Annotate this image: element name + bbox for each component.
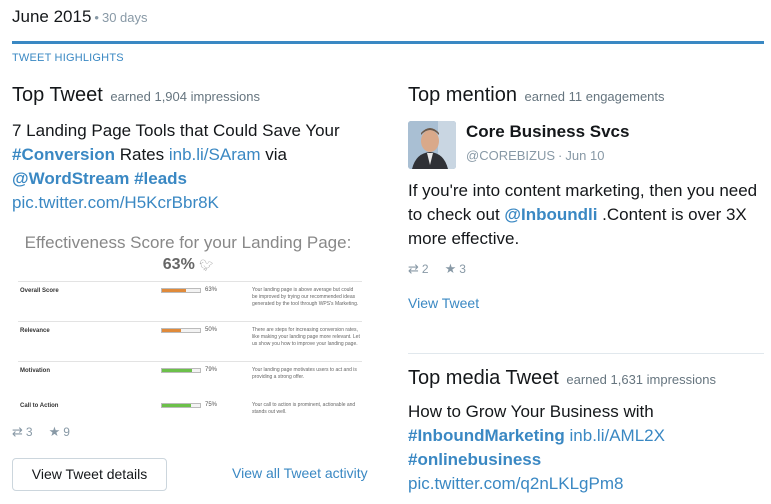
top-tweet-meta: earned 1,904 impressions [110,89,260,104]
embed-row-label: Overall Score [20,288,59,294]
mention-author-handle: @COREBIZUS · Jun 10 [466,148,604,163]
embed-row-pct: 75% [205,402,218,408]
hashtag-link[interactable]: #leads [134,169,187,188]
embed-row-bar [161,368,201,373]
embed-title: Effectiveness Score for your Landing Pag… [24,233,352,252]
tweet-media-image[interactable]: Effectiveness Score for your Landing Pag… [12,233,364,418]
embed-row-fill [162,329,181,332]
retweet-value: 2 [421,262,429,276]
top-media-meta: earned 1,631 impressions [566,372,716,387]
month-label: June 2015 [12,7,92,26]
favorite-count[interactable]: ★ 9 [49,424,70,440]
tweet-text-part: 7 Landing Page Tools that Could Save You… [12,121,340,140]
top-mention-title: Top mention [408,84,517,106]
embed-row-pct: 50% [205,327,218,333]
tweet-text-part: via [260,145,287,164]
embed-row-desc: There are steps for increasing conversio… [252,327,360,347]
separator-dot: • [94,10,99,25]
embed-row-pct: 79% [205,367,218,373]
top-mention-text: If you're into content marketing, then y… [408,179,764,251]
top-mention-heading: Top mention earned 11 engagements [408,84,764,107]
view-all-activity-link[interactable]: View all Tweet activity [232,465,368,481]
top-media-text: How to Grow Your Business with #InboundM… [408,400,764,496]
top-media-heading: Top media Tweet earned 1,631 impressions [408,367,764,390]
favorite-count[interactable]: ★ 3 [445,261,466,277]
card-divider [408,353,764,354]
top-tweet-card: Top Tweet earned 1,904 impressions 7 Lan… [12,84,372,491]
embed-score-value: 63% [162,256,195,273]
embed-row: Overall Score 63% Your landing page is a… [18,281,362,321]
retweet-value: 3 [25,425,33,439]
top-tweet-heading: Top Tweet earned 1,904 impressions [12,84,372,107]
top-mention-meta: earned 11 engagements [524,89,665,104]
star-icon: ★ [444,261,457,276]
top-mention-card: Top mention earned 11 engagements Core B… [408,84,764,493]
embed-row-desc: Your call to action is prominent, action… [252,402,356,415]
embed-row-label: Call to Action [20,403,59,409]
retweet-count[interactable]: ⇄ 2 [408,261,429,277]
favorite-value: 9 [63,425,70,439]
avatar-image [408,121,456,169]
top-media-title: Top media Tweet [408,367,559,389]
embed-row-bar [161,403,201,408]
tweet-text-part: How to Grow Your Business with [408,402,654,421]
embed-row-fill [162,289,186,292]
mention-link[interactable]: @WordStream [12,169,129,188]
embed-row-label: Relevance [20,328,50,334]
pic-link[interactable]: pic.twitter.com/q2nLKLgPm8 [408,474,623,493]
mention-date: Jun 10 [565,148,605,163]
star-icon: ★ [48,424,61,439]
embed-row-label: Motivation [20,368,50,374]
hashtag-link[interactable]: #Conversion [12,145,115,164]
url-link[interactable]: inb.li/AML2X [570,426,665,445]
mention-author: Core Business Svcs @COREBIZUS · Jun 10 [408,121,764,171]
header-divider [12,41,764,44]
hashtag-link[interactable]: #InboundMarketing [408,426,565,445]
top-media-card: Top media Tweet earned 1,631 impressions… [408,367,764,496]
handle-text[interactable]: @COREBIZUS [466,148,555,163]
retweet-icon: ⇄ [12,424,23,439]
mention-link[interactable]: @Inboundli [504,205,597,224]
embed-row-bar [161,288,201,293]
embed-row-desc: Your landing page motivates users to act… [252,367,357,380]
hashtag-link[interactable]: #onlinebusiness [408,450,541,469]
embed-row: Relevance 50% There are steps for increa… [18,321,362,361]
top-mention-engagement: ⇄ 2 ★ 3 [408,261,466,277]
embed-row-bar [161,328,201,333]
embed-row-pct: 63% [205,287,218,293]
url-link[interactable]: inb.li/SAram [169,145,261,164]
pic-link[interactable]: pic.twitter.com/H5KcrBbr8K [12,193,219,212]
embed-row-desc: Your landing page is above average but c… [252,287,359,307]
embed-row-fill [162,369,193,372]
embed-score: 63% 🐦︎ [12,256,364,274]
top-tweet-text: 7 Landing Page Tools that Could Save You… [12,119,372,215]
range-label: 30 days [101,10,148,25]
period-header: June 2015 • 30 days [12,7,148,27]
twitter-bird-icon: 🐦︎ [199,260,214,272]
embed-row-fill [162,404,191,407]
mention-author-name[interactable]: Core Business Svcs [466,122,629,142]
embed-row: Call to Action 75% Your call to action i… [18,385,362,425]
separator-dot: · [558,148,563,163]
top-tweet-title: Top Tweet [12,84,103,106]
retweet-count[interactable]: ⇄ 3 [12,424,33,440]
view-tweet-link[interactable]: View Tweet [408,295,479,311]
retweet-icon: ⇄ [408,261,419,276]
top-tweet-engagement: ⇄ 3 ★ 9 [12,424,70,440]
tweet-text-part: Rates [114,145,169,164]
avatar[interactable] [408,121,456,169]
favorite-value: 3 [459,262,466,276]
section-title: TWEET HIGHLIGHTS [12,52,124,64]
view-tweet-details-button[interactable]: View Tweet details [12,458,167,491]
